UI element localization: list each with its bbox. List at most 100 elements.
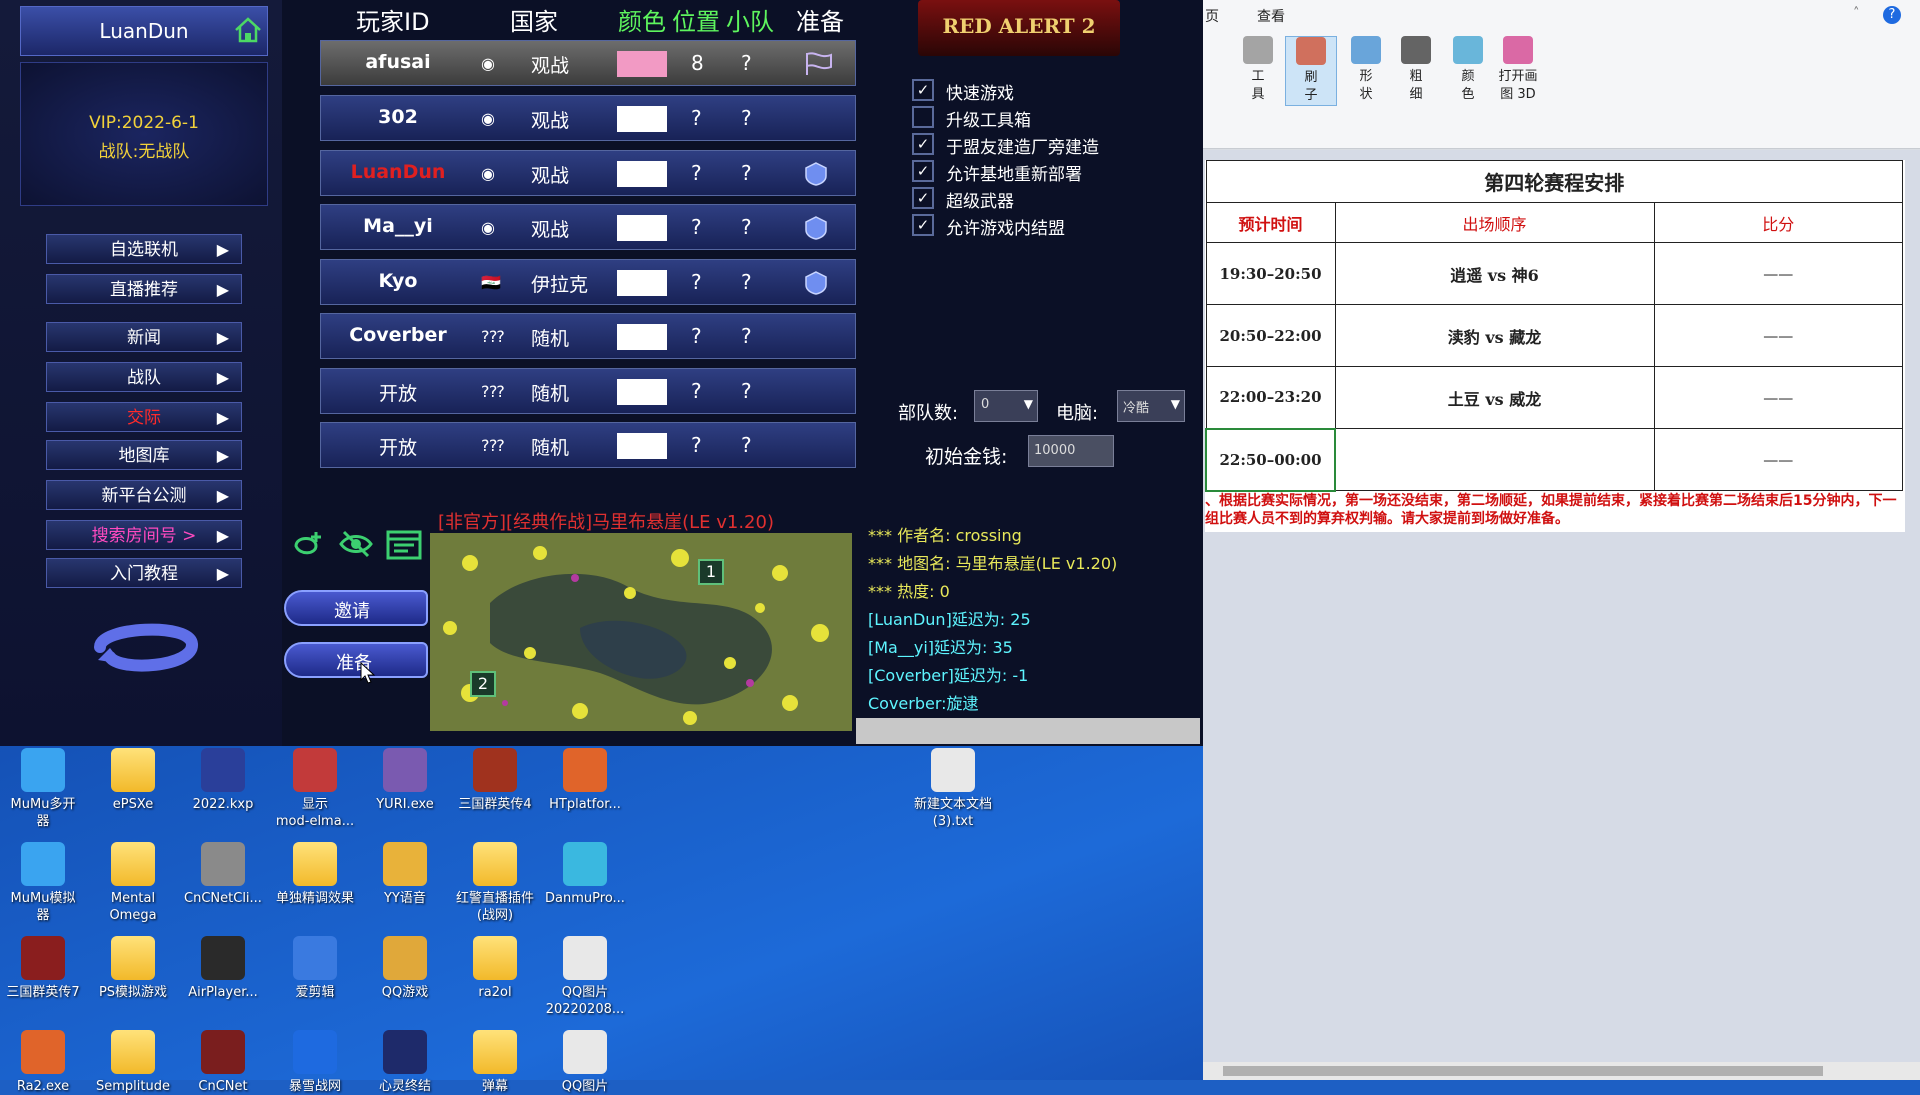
help-icon[interactable]: ? [1883, 6, 1901, 24]
option-checkbox[interactable]: ✓ [912, 187, 934, 209]
schedule-canvas[interactable]: 第四轮赛程安排 预计时间 出场顺序 比分 19:30–20:50 逍遥 vs 神6… [1205, 160, 1905, 532]
player-position[interactable]: ? [691, 215, 702, 239]
player-row[interactable]: Kyo 🇮🇶 伊拉克?? [320, 259, 856, 305]
player-team[interactable]: ? [741, 161, 752, 185]
paint-tool-4[interactable]: 颜 色 [1443, 36, 1493, 104]
map-preview[interactable]: 1 2 [430, 533, 852, 731]
player-color-swatch[interactable] [617, 161, 667, 187]
desktop-icon[interactable]: 三国群英传4 [452, 748, 538, 813]
option-checkbox[interactable]: ✓ [912, 79, 934, 101]
player-team[interactable]: ? [741, 106, 752, 130]
player-team[interactable]: ? [741, 324, 752, 348]
player-team[interactable]: ? [741, 379, 752, 403]
option-checkbox[interactable]: ✓ [912, 160, 934, 182]
money-input[interactable]: 10000 [1028, 435, 1114, 467]
player-country[interactable]: 随机 [531, 324, 569, 351]
desktop-icon[interactable]: HTplatfor... [542, 748, 628, 813]
player-position[interactable]: ? [691, 379, 702, 403]
player-row[interactable]: afusai ◉ 观战 8? [320, 40, 856, 86]
desktop-icon[interactable]: 红警直播插件 (战网) [452, 842, 538, 924]
desktop-icon[interactable]: 单独精调效果 [272, 842, 358, 907]
refresh-icon[interactable] [80, 612, 210, 682]
desktop-icon[interactable]: 三国群英传7 [0, 936, 86, 1001]
desktop-icon[interactable]: Semplitude [90, 1030, 176, 1095]
invite-button[interactable]: 邀请 [284, 590, 428, 626]
chat-input[interactable] [856, 718, 1200, 744]
paint-tool-1[interactable]: 刷 子 [1285, 36, 1337, 106]
desktop-icon[interactable]: DanmuPro... [542, 842, 628, 907]
player-country[interactable]: 随机 [531, 379, 569, 406]
desktop-icon[interactable]: 心灵终结 [362, 1030, 448, 1095]
nav-button-1[interactable]: 直播推荐 ▶ [46, 274, 242, 304]
player-position[interactable]: 8 [691, 51, 704, 75]
paint-tool-3[interactable]: 粗 细 [1391, 36, 1441, 104]
scroll-thumb[interactable] [1223, 1066, 1823, 1076]
window-icon[interactable] [384, 526, 424, 562]
ai-select[interactable]: 冷酷 ▼ [1117, 390, 1185, 422]
desktop-icon[interactable]: 暴雪战网 [272, 1030, 358, 1095]
player-row[interactable]: Ma__yi ◉ 观战?? [320, 204, 856, 250]
player-color-swatch[interactable] [617, 51, 667, 77]
player-color-swatch[interactable] [617, 106, 667, 132]
nav-button-8[interactable]: 入门教程 ▶ [46, 558, 242, 588]
nav-button-6[interactable]: 新平台公测 ▶ [46, 480, 242, 510]
player-country[interactable]: 随机 [531, 433, 569, 460]
desktop-icon[interactable]: MuMu模拟 器 [0, 842, 86, 924]
paint-tool-2[interactable]: 形 状 [1341, 36, 1391, 104]
nav-button-3[interactable]: 战队 ▶ [46, 362, 242, 392]
desktop-icon[interactable]: 爱剪辑 [272, 936, 358, 1001]
player-row[interactable]: 302 ◉ 观战?? [320, 95, 856, 141]
player-team[interactable]: ? [741, 215, 752, 239]
player-color-swatch[interactable] [617, 215, 667, 241]
player-team[interactable]: ? [741, 270, 752, 294]
hide-eye-icon[interactable] [338, 528, 374, 560]
player-position[interactable]: ? [691, 433, 702, 457]
player-country[interactable]: 伊拉克 [531, 270, 588, 297]
desktop-icon[interactable]: 新建文本文档 (3).txt [910, 748, 996, 830]
player-country[interactable]: 观战 [531, 215, 569, 242]
tab-view[interactable]: 查看 [1257, 6, 1285, 26]
desktop-icon[interactable]: 显示 mod-elma... [272, 748, 358, 830]
player-row[interactable]: LuanDun ◉ 观战?? [320, 150, 856, 196]
desktop-icon[interactable]: ra2ol [452, 936, 538, 1001]
player-row[interactable]: Coverber ?⁇ 随机?? [320, 313, 856, 359]
desktop-icon[interactable]: CnCNet [180, 1030, 266, 1095]
player-position[interactable]: ? [691, 106, 702, 130]
desktop-icon[interactable]: Mental Omega [90, 842, 176, 924]
desktop-icon[interactable]: ePSXe [90, 748, 176, 813]
desktop-icon[interactable]: QQ图片 20220208... [542, 936, 628, 1018]
chevron-up-icon[interactable]: ˄ [1853, 6, 1860, 21]
home-icon[interactable] [233, 15, 263, 45]
desktop-icon[interactable]: CnCNetCli... [180, 842, 266, 907]
option-checkbox[interactable] [912, 106, 934, 128]
player-row[interactable]: 开放 ?⁇ 随机?? [320, 422, 856, 468]
desktop-icon[interactable]: 弹幕 [452, 1030, 538, 1095]
desktop-icon[interactable]: PS模拟游戏 [90, 936, 176, 1001]
player-position[interactable]: ? [691, 161, 702, 185]
player-row[interactable]: 开放 ?⁇ 随机?? [320, 368, 856, 414]
add-friend-icon[interactable] [290, 528, 324, 560]
tab-home[interactable]: 页 [1205, 6, 1219, 26]
player-country[interactable]: 观战 [531, 106, 569, 133]
desktop-icon[interactable]: QQ游戏 [362, 936, 448, 1001]
player-position[interactable]: ? [691, 324, 702, 348]
player-country[interactable]: 观战 [531, 51, 569, 78]
nav-button-4[interactable]: 交际 ▶ [46, 402, 242, 432]
desktop-icon[interactable]: MuMu多开 器 [0, 748, 86, 830]
player-team[interactable]: ? [741, 433, 752, 457]
desktop-icon[interactable]: AirPlayer... [180, 936, 266, 1001]
desktop-icon[interactable]: YURI.exe [362, 748, 448, 813]
nav-button-0[interactable]: 自选联机 ▶ [46, 234, 242, 264]
player-color-swatch[interactable] [617, 433, 667, 459]
nav-button-5[interactable]: 地图库 ▶ [46, 440, 242, 470]
desktop-icon[interactable]: 2022.kxp [180, 748, 266, 813]
desktop-icon[interactable]: YY语音 [362, 842, 448, 907]
option-checkbox[interactable]: ✓ [912, 133, 934, 155]
desktop-icon[interactable]: QQ图片 [542, 1030, 628, 1095]
player-color-swatch[interactable] [617, 324, 667, 350]
units-select[interactable]: 0 ▼ [974, 390, 1038, 422]
player-country[interactable]: 观战 [531, 161, 569, 188]
option-checkbox[interactable]: ✓ [912, 214, 934, 236]
player-team[interactable]: ? [741, 51, 752, 75]
nav-button-2[interactable]: 新闻 ▶ [46, 322, 242, 352]
